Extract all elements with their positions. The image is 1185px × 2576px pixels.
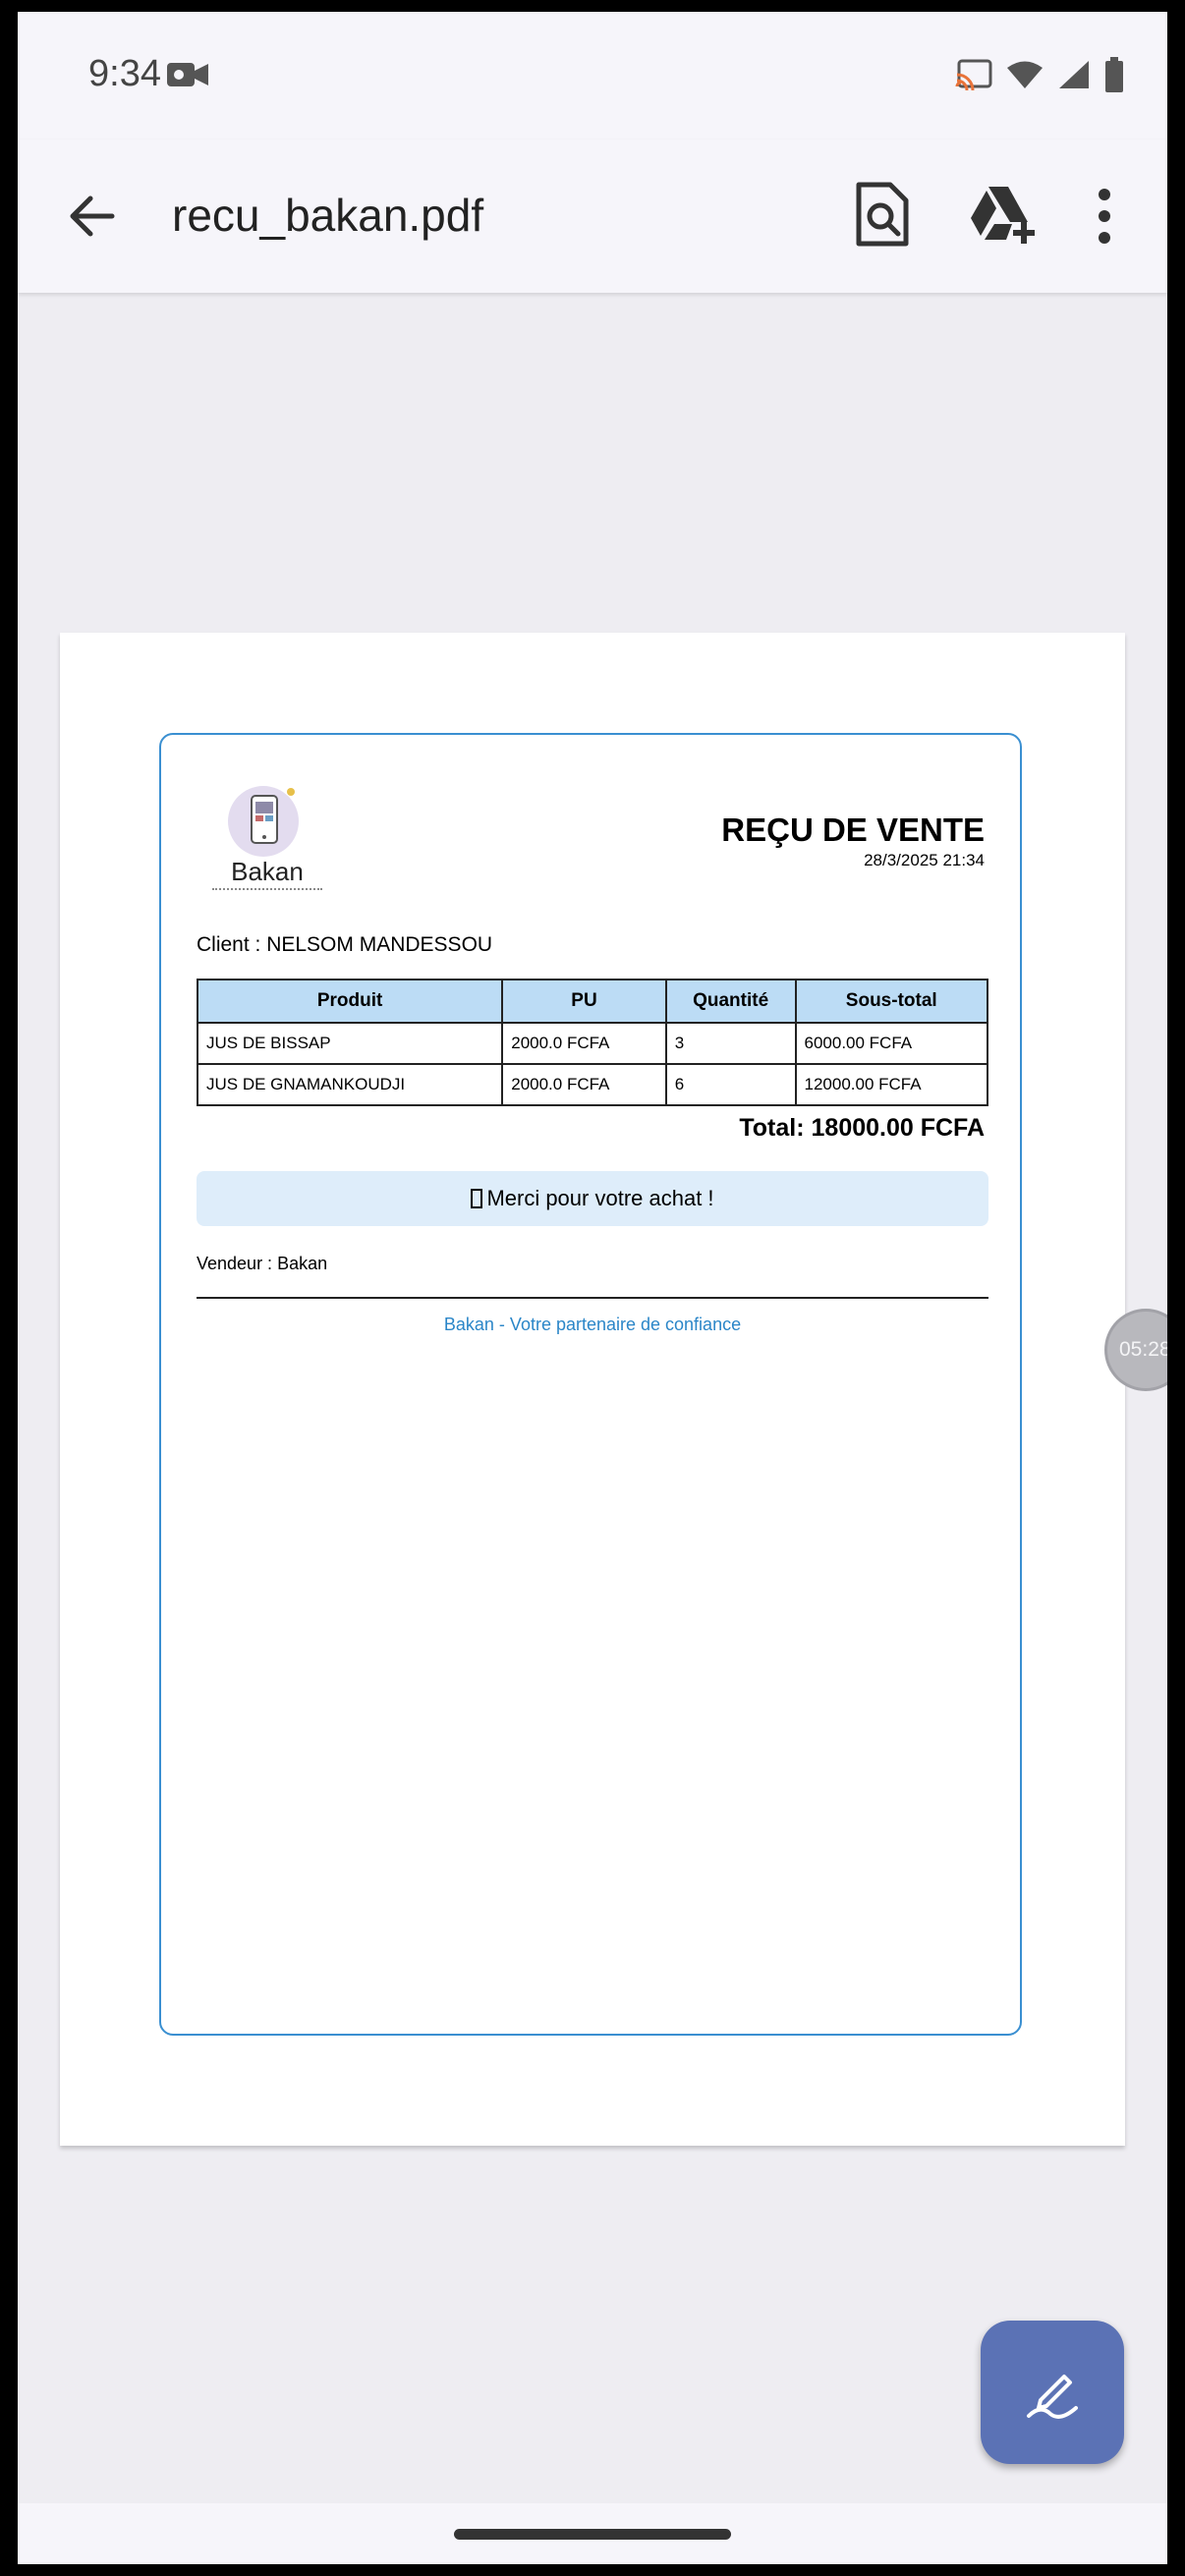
navigation-bar bbox=[18, 2503, 1167, 2564]
more-options-icon[interactable] bbox=[1091, 181, 1118, 252]
table-row: JUS DE BISSAP 2000.0 FCFA 3 6000.00 FCFA bbox=[196, 1022, 988, 1065]
battery-icon bbox=[1105, 57, 1123, 92]
receipt-footer: Bakan - Votre partenaire de confiance bbox=[443, 1315, 742, 1334]
vendor-name: Vendeur : Bakan bbox=[197, 1254, 328, 1273]
cell-pu: 2000.0 FCFA bbox=[501, 1022, 667, 1065]
pen-edit-icon bbox=[1027, 2375, 1078, 2419]
bakan-logo: Bakan bbox=[212, 782, 330, 900]
logo-tagline bbox=[212, 888, 322, 893]
column-header-quantite: Quantité bbox=[664, 979, 797, 1024]
timer-text: 05:28 bbox=[1119, 1338, 1167, 1361]
column-header-pu: PU bbox=[501, 979, 667, 1024]
receipt-card: Bakan REÇU DE VENTE 28/3/2025 21:34 Clie… bbox=[159, 733, 1022, 2036]
video-camera-icon bbox=[167, 63, 208, 86]
missing-glyph-icon bbox=[471, 1189, 483, 1208]
back-arrow-icon[interactable] bbox=[61, 185, 124, 248]
status-time: 9:34 bbox=[88, 53, 161, 94]
document-title: recu_bakan.pdf bbox=[172, 190, 484, 241]
logo-phone-icon bbox=[228, 786, 299, 857]
client-name: Client : NELSOM MANDESSOU bbox=[197, 933, 493, 956]
cell-produit: JUS DE GNAMANKOUDJI bbox=[196, 1063, 504, 1106]
thank-you-text: Merci pour votre achat ! bbox=[486, 1186, 714, 1210]
home-indicator[interactable] bbox=[454, 2529, 731, 2540]
cell-sous-total: 6000.00 FCFA bbox=[794, 1022, 988, 1065]
cast-icon bbox=[955, 59, 992, 90]
status-bar: 9:34 bbox=[18, 12, 1167, 140]
column-header-sous-total: Sous-total bbox=[794, 979, 988, 1024]
cell-produit: JUS DE BISSAP bbox=[196, 1022, 504, 1065]
items-table: Produit PU Quantité Sous-total JUS DE BI… bbox=[196, 979, 988, 1106]
table-row: JUS DE GNAMANKOUDJI 2000.0 FCFA 6 12000.… bbox=[196, 1063, 988, 1106]
cell-quantite: 3 bbox=[664, 1022, 797, 1065]
wifi-icon bbox=[1007, 61, 1043, 88]
receipt-total: Total: 18000.00 FCFA bbox=[739, 1114, 985, 1142]
find-in-document-icon[interactable] bbox=[851, 179, 914, 250]
status-icons bbox=[955, 57, 1124, 92]
pdf-page: Bakan REÇU DE VENTE 28/3/2025 21:34 Clie… bbox=[60, 633, 1125, 2146]
device-screen: 9:34 recu_bakan.pdf Bakan REÇU DE VENTE … bbox=[18, 12, 1167, 2564]
thank-you-banner: Merci pour votre achat ! bbox=[197, 1171, 988, 1226]
table-header-row: Produit PU Quantité Sous-total bbox=[196, 979, 988, 1024]
column-header-produit: Produit bbox=[196, 979, 504, 1024]
cell-sous-total: 12000.00 FCFA bbox=[794, 1063, 988, 1106]
cell-pu: 2000.0 FCFA bbox=[501, 1063, 667, 1106]
cell-quantite: 6 bbox=[664, 1063, 797, 1106]
receipt-title: REÇU DE VENTE bbox=[721, 812, 985, 848]
annotate-button[interactable] bbox=[981, 2321, 1124, 2464]
signal-icon bbox=[1059, 61, 1089, 88]
app-bar: recu_bakan.pdf bbox=[18, 140, 1167, 293]
receipt-date: 28/3/2025 21:34 bbox=[864, 851, 985, 869]
logo-wordmark: Bakan bbox=[231, 857, 304, 886]
footer-divider bbox=[197, 1297, 988, 1299]
add-to-drive-icon[interactable] bbox=[967, 183, 1038, 246]
